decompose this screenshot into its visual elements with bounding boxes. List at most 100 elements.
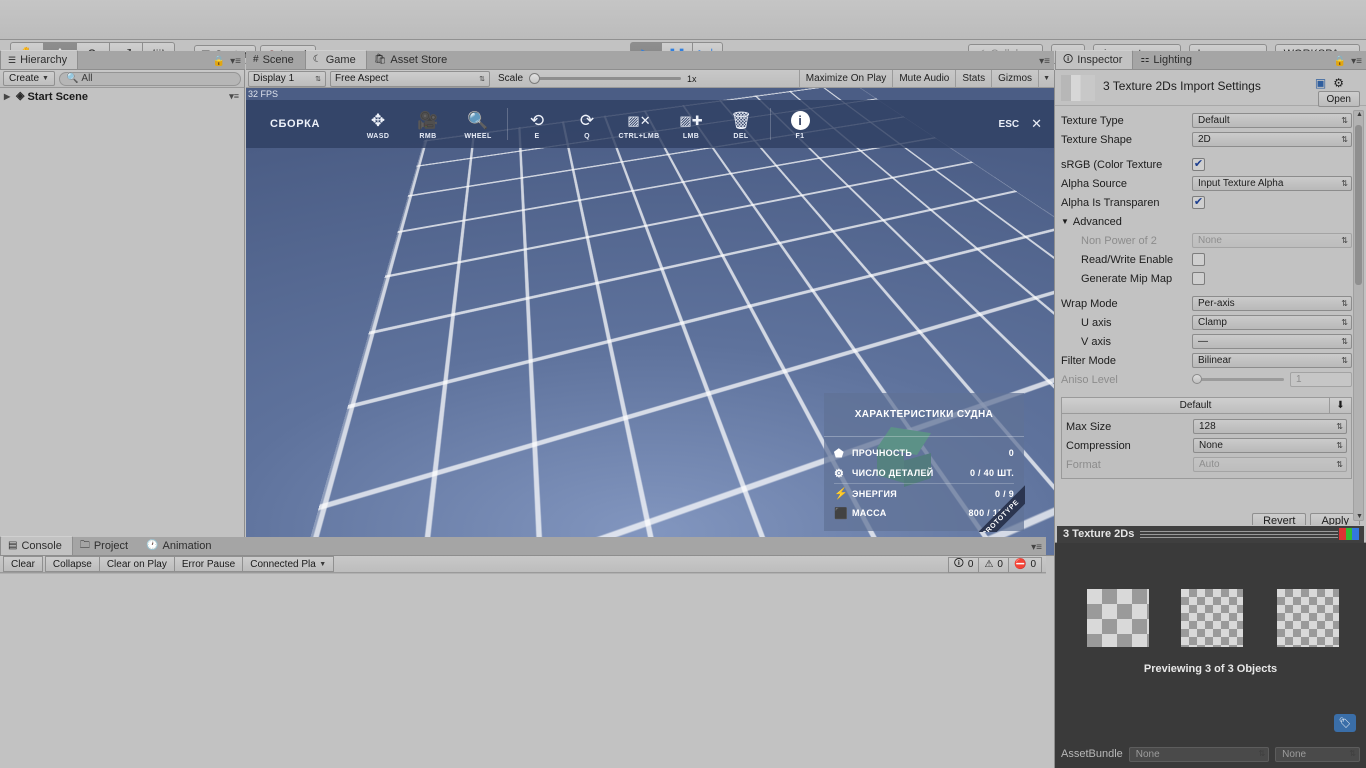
inspector-scrollbar[interactable]: ▲ ▼ (1353, 110, 1364, 521)
compression-dropdown[interactable]: None ⇅ (1193, 438, 1347, 453)
open-button[interactable]: Open (1317, 91, 1360, 107)
gizmos-caret[interactable]: ▼ (1038, 69, 1054, 87)
tab-lighting[interactable]: ⚏ Lighting (1133, 50, 1203, 69)
control-flip[interactable]: ⟳ Q (562, 100, 612, 148)
tab-asset-store[interactable]: 🛍 Asset Store (367, 50, 459, 69)
display-dropdown[interactable]: Display 1 ⇅ (248, 70, 326, 87)
hierarchy-tab-options[interactable]: 🔒 ▾≡ (213, 56, 241, 67)
tab-project-label: Project (93, 539, 129, 552)
clear-on-play-button[interactable]: Clear on Play (98, 556, 175, 572)
rgb-channels-icon[interactable] (1338, 527, 1360, 541)
hud-exit-group[interactable]: ESC ✕ (999, 116, 1042, 132)
download-icon[interactable]: ⬇ (1329, 397, 1351, 414)
tab-game[interactable]: ☾ Game (304, 50, 367, 69)
inspector-scroll-thumb[interactable] (1355, 125, 1362, 285)
collapse-button[interactable]: Collapse (44, 556, 100, 572)
assetbundle-dropdown[interactable]: None ⇅ (1128, 746, 1270, 762)
platform-tab-default[interactable]: Default (1062, 400, 1329, 411)
preset-icon[interactable]: ▣ (1315, 76, 1326, 90)
lock-icon[interactable]: 🔒 (213, 56, 225, 67)
console-log-list[interactable] (0, 573, 1046, 768)
scroll-up-arrow-icon[interactable]: ▲ (1355, 111, 1364, 118)
warning-count-badge[interactable]: ⚠ 0 (978, 556, 1009, 573)
inspector-tab-options[interactable]: 🔒 ▾≡ (1334, 56, 1362, 67)
alpha-transparency-label: Alpha Is Transparen (1061, 196, 1160, 209)
maximize-on-play-toggle[interactable]: Maximize On Play (798, 69, 893, 87)
search-input[interactable]: 🔍 All (58, 71, 241, 86)
panel-divider-vertical (1054, 70, 1055, 768)
error-pause-button[interactable]: Error Pause (173, 556, 244, 572)
tab-inspector[interactable]: 🛈 Inspector (1055, 50, 1134, 69)
scale-slider[interactable] (529, 73, 682, 84)
control-camera[interactable]: 🎥 RMB (403, 100, 453, 148)
tab-scene[interactable]: # Scene (246, 50, 305, 69)
close-icon[interactable]: ✕ (1031, 116, 1042, 132)
mipmap-checkbox[interactable] (1192, 272, 1205, 285)
connected-player-dropdown[interactable]: Connected Playe ▼ (242, 556, 335, 572)
scale-slider-knob[interactable] (529, 73, 541, 84)
preview-panel: 3 Texture 2Ds Previewing 3 of 3 Objects … (1055, 525, 1366, 768)
control-remove-part[interactable]: ▨✕ CTRL+LMB (612, 100, 666, 148)
texture-preview-3[interactable] (1277, 589, 1339, 647)
mute-audio-toggle[interactable]: Mute Audio (892, 69, 955, 87)
log-count-badge[interactable]: 🛈 0 (947, 556, 980, 573)
create-button[interactable]: Create ▼ (3, 71, 55, 86)
u-axis-dropdown[interactable]: Clamp ⇅ (1192, 315, 1352, 330)
lighting-icon: ⚏ (1140, 53, 1150, 65)
hierarchy-scene-row[interactable]: ▶ ◈ Start Scene ▾≡ (0, 88, 244, 105)
gear-icon[interactable]: ⚙ (1333, 76, 1344, 90)
control-info[interactable]: i F1 (775, 100, 825, 148)
alpha-source-dropdown[interactable]: Input Texture Alpha ⇅ (1192, 176, 1352, 191)
menu-icon[interactable]: ▾≡ (1351, 56, 1362, 67)
max-size-dropdown[interactable]: 128 ⇅ (1193, 419, 1347, 434)
hierarchy-tree[interactable]: ▶ ◈ Start Scene ▾≡ (0, 88, 244, 555)
v-axis-dropdown[interactable]: — ⇅ (1192, 334, 1352, 349)
assetbundle-variant-dropdown[interactable]: None ⇅ (1275, 746, 1360, 762)
trash-icon: 🗑 (730, 110, 752, 130)
gameview-tabbar: # Scene ☾ Game 🛍 Asset Store ▾≡ (246, 50, 1054, 70)
tab-animation[interactable]: 🕐 Animation (139, 536, 222, 555)
texture-preview-2[interactable] (1181, 589, 1243, 647)
control-zoom[interactable]: 🔍 WHEEL (453, 100, 503, 148)
revert-button[interactable]: Revert (1252, 513, 1307, 525)
stats-toggle[interactable]: Stats (955, 69, 991, 87)
control-move[interactable]: ✥ WASD (353, 100, 403, 148)
gizmos-dropdown[interactable]: Gizmos (991, 69, 1038, 87)
control-add-part[interactable]: ▨✚ LMB (666, 100, 716, 148)
lock-icon[interactable]: 🔒 (1334, 56, 1346, 67)
advanced-foldout[interactable]: ▼ Advanced (1061, 212, 1352, 231)
game-canvas[interactable]: 32 FPS СБОРКА ✥ WASD 🎥 RMB 🔍 WHEEL ⟲ E ⟳… (246, 88, 1054, 555)
read-write-checkbox[interactable] (1192, 253, 1205, 266)
gameview-tab-options[interactable]: ▾≡ (1039, 56, 1050, 67)
tab-hierarchy[interactable]: ☰ Hierarchy (0, 50, 79, 69)
control-delete[interactable]: 🗑 DEL (716, 100, 766, 148)
tab-project[interactable]: 🗀 Project (73, 536, 139, 555)
preview-body[interactable]: Previewing 3 of 3 Objects 🏷 (1055, 543, 1366, 740)
srgb-checkbox[interactable] (1192, 158, 1205, 171)
clear-button[interactable]: Clear (3, 556, 43, 572)
menu-icon[interactable]: ▾≡ (1039, 56, 1050, 67)
revert-label: Revert (1263, 515, 1296, 525)
aspect-dropdown[interactable]: Free Aspect ⇅ (330, 70, 490, 87)
preview-drag-handle[interactable] (1140, 525, 1364, 543)
texture-preview-1[interactable] (1087, 589, 1149, 647)
control-rotate[interactable]: ⟲ E (512, 100, 562, 148)
console-tab-options[interactable]: ▾≡ (1031, 542, 1042, 553)
tag-icon[interactable]: 🏷 (1334, 714, 1356, 732)
gizmos-label: Gizmos (998, 72, 1033, 84)
texture-type-dropdown[interactable]: Default ⇅ (1192, 113, 1352, 128)
foldout-arrow-icon[interactable]: ▶ (4, 92, 13, 101)
remove-block-icon: ▨✕ (627, 112, 651, 128)
wrap-mode-dropdown[interactable]: Per-axis ⇅ (1192, 296, 1352, 311)
filter-mode-dropdown[interactable]: Bilinear ⇅ (1192, 353, 1352, 368)
texture-shape-dropdown[interactable]: 2D ⇅ (1192, 132, 1352, 147)
aniso-value-field: 1 (1290, 372, 1352, 387)
error-count-badge[interactable]: ⛔ 0 (1007, 556, 1042, 573)
menu-icon[interactable]: ▾≡ (230, 56, 241, 67)
scene-menu-icon[interactable]: ▾≡ (229, 91, 239, 102)
tab-console[interactable]: ▤ Console (0, 536, 73, 555)
scroll-down-arrow-icon[interactable]: ▼ (1355, 513, 1364, 520)
alpha-transparency-checkbox[interactable] (1192, 196, 1205, 209)
scale-slider-group[interactable]: Scale 1x (498, 73, 697, 84)
menu-icon[interactable]: ▾≡ (1031, 542, 1042, 553)
